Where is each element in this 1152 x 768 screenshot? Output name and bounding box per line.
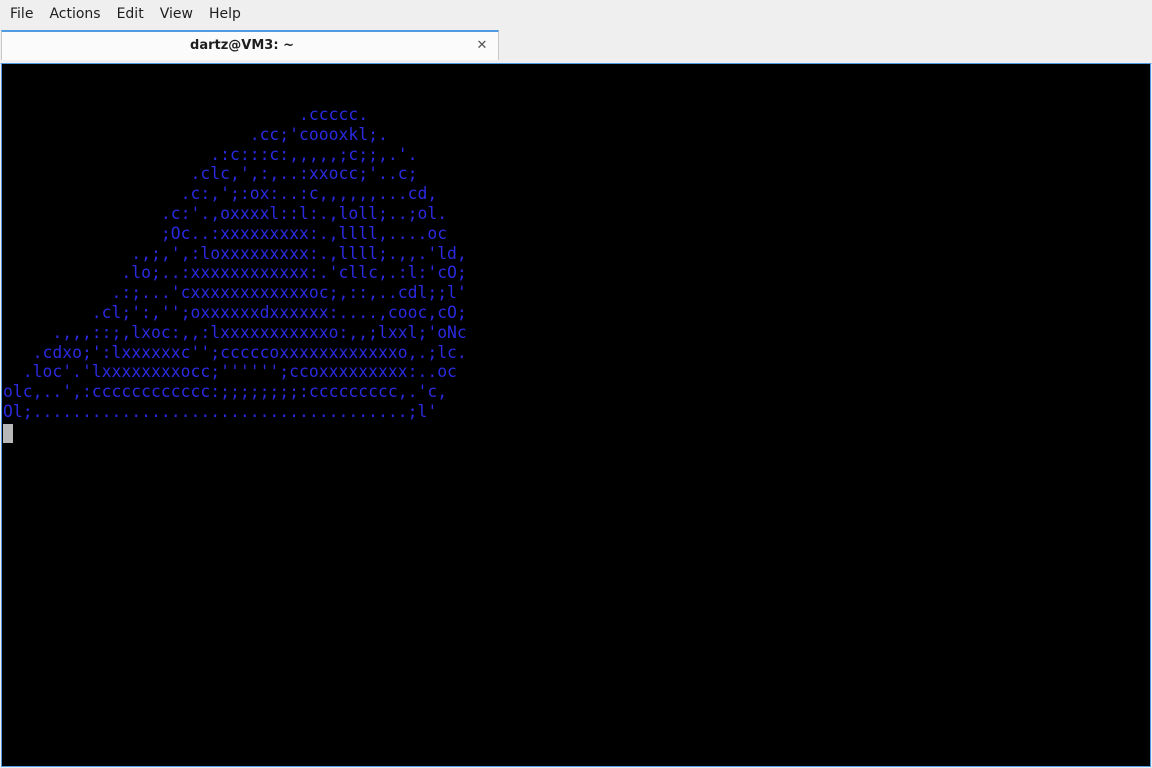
tab-terminal-session[interactable]: dartz@VM3: ~ ✕ — [1, 30, 499, 60]
terminal-output[interactable]: .ccccc. .cc;'coooxkl;. .:c:::c:,,,,,;c;;… — [1, 63, 1151, 767]
close-icon[interactable]: ✕ — [474, 38, 490, 54]
ascii-line: .c:,';:ox:..:c,,,,,,...cd, — [3, 184, 438, 204]
ascii-art-logo: .ccccc. .cc;'coooxkl;. .:c:::c:,,,,,;c;;… — [3, 105, 467, 422]
tab-title: dartz@VM3: ~ — [190, 38, 294, 53]
menu-edit[interactable]: Edit — [109, 0, 152, 29]
ascii-line: .loc'.'lxxxxxxxxocc;'''''';ccoxxxxxxxxx:… — [3, 362, 457, 382]
ascii-line: Ol;.....................................… — [3, 401, 438, 421]
ascii-line: ;Oc..:xxxxxxxxx:.,llll,....oc — [3, 223, 448, 243]
menu-actions[interactable]: Actions — [41, 0, 108, 29]
ascii-line: .:c:::c:,,,,,;c;;,.'. — [3, 144, 418, 164]
ascii-line: olc,..',:cccccccccccc:;;;;;;;;:ccccccccc… — [3, 382, 448, 402]
text-cursor — [3, 424, 13, 443]
menu-bar: File Actions Edit View Help — [0, 0, 1152, 29]
tab-bar: dartz@VM3: ~ ✕ — [0, 29, 1152, 64]
ascii-line: .ccccc. — [3, 105, 369, 124]
terminal-window: File Actions Edit View Help dartz@VM3: ~… — [0, 0, 1152, 768]
menu-help[interactable]: Help — [201, 0, 249, 29]
ascii-line: .c:'.,oxxxxl::l:.,loll;..;ol. — [3, 203, 448, 223]
ascii-line: .,,,::;,lxoc:,,:lxxxxxxxxxxxo:,,;lxxl;'o… — [3, 322, 467, 342]
menu-view[interactable]: View — [152, 0, 201, 29]
ascii-line: .cdxo;':lxxxxxxc'';cccccoxxxxxxxxxxxxo,.… — [3, 342, 467, 362]
menu-file[interactable]: File — [0, 0, 41, 29]
ascii-line: .,;,',:loxxxxxxxxx:.,llll;.,,.'ld, — [3, 243, 467, 263]
ascii-line: .:;...'cxxxxxxxxxxxxoc;,::,..cdl;;l' — [3, 283, 467, 303]
ascii-line: .clc,',:,..:xxocc;'..c; — [3, 164, 418, 184]
ascii-line: .cl;':,'';oxxxxxxdxxxxxx:....,cooc,cO; — [3, 302, 467, 322]
ascii-line: .lo;..:xxxxxxxxxxxx:.'cllc,.:l:'cO; — [3, 263, 467, 283]
ascii-line: .cc;'coooxkl;. — [3, 124, 388, 144]
